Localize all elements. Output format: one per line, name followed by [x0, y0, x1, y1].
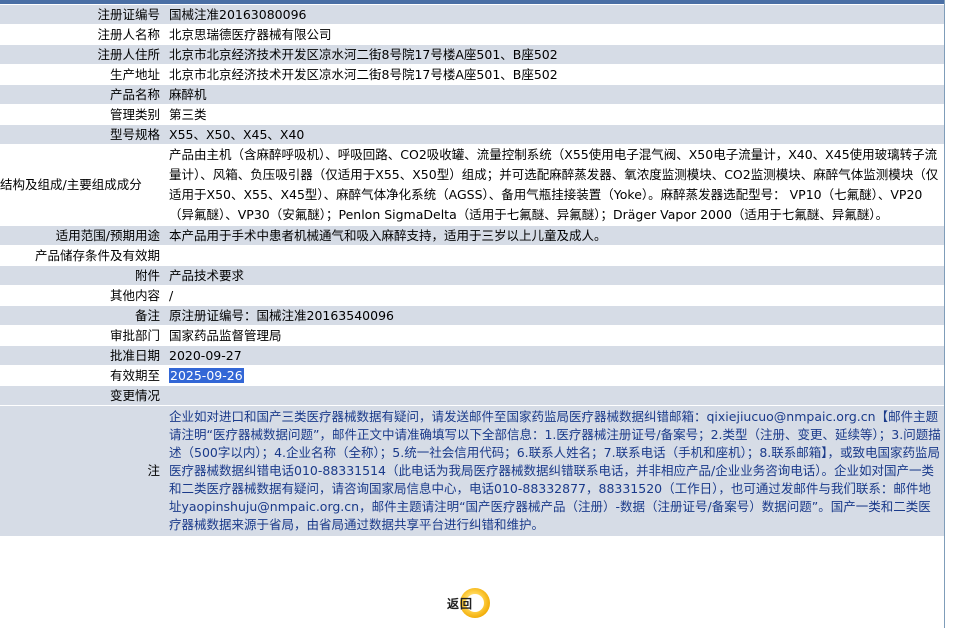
- field-label: 审批部门: [0, 326, 163, 345]
- table-row: 结构及组成/主要组成成分 产品由主机（含麻醉呼吸机）、呼吸回路、CO2吸收罐、流…: [0, 145, 944, 225]
- field-value: /: [163, 286, 944, 305]
- field-label: 其他内容: [0, 286, 163, 305]
- field-label: 变更情况: [0, 386, 163, 405]
- field-value: 第三类: [163, 105, 944, 124]
- field-value: 2020-09-27: [163, 346, 944, 365]
- table-row: 有效期至 2025-09-26: [0, 366, 944, 385]
- table-row: 其他内容 /: [0, 286, 944, 305]
- field-value: 本产品用于手术中患者机械通气和吸入麻醉支持，适用于三岁以上儿童及成人。: [163, 226, 944, 245]
- field-value: 北京思瑞德医疗器械有限公司: [163, 25, 944, 44]
- field-value: [163, 246, 944, 265]
- field-label: 型号规格: [0, 125, 163, 144]
- field-value: X55、X50、X45、X40: [163, 125, 944, 144]
- field-value: [163, 386, 944, 405]
- table-row: 型号规格 X55、X50、X45、X40: [0, 125, 944, 144]
- table-row: 注册人名称 北京思瑞德医疗器械有限公司: [0, 25, 944, 44]
- table-row: 变更情况: [0, 386, 944, 405]
- table-row: 注册证编号 国械注准20163080096: [0, 5, 944, 24]
- detail-page: 注册证编号 国械注准20163080096 注册人名称 北京思瑞德医疗器械有限公…: [0, 0, 945, 628]
- table-row: 附件 产品技术要求: [0, 266, 944, 285]
- field-label: 产品名称: [0, 85, 163, 104]
- field-value: 北京市北京经济技术开发区凉水河二街8号院17号楼A座501、B座502: [163, 65, 944, 84]
- field-label: 产品储存条件及有效期: [0, 246, 163, 265]
- selected-text[interactable]: 2025-09-26: [169, 367, 244, 383]
- table-row: 备注 原注册证编号：国械注准20163540096: [0, 306, 944, 325]
- field-label: 注册人名称: [0, 25, 163, 44]
- field-label: 备注: [0, 306, 163, 325]
- table-row: 生产地址 北京市北京经济技术开发区凉水河二街8号院17号楼A座501、B座502: [0, 65, 944, 84]
- table-row: 注册人住所 北京市北京经济技术开发区凉水河二街8号院17号楼A座501、B座50…: [0, 45, 944, 64]
- table-row: 适用范围/预期用途 本产品用于手术中患者机械通气和吸入麻醉支持，适用于三岁以上儿…: [0, 226, 944, 245]
- note-row: 注 企业如对进口和国产三类医疗器械数据有疑问，请发送邮件至国家药监局医疗器械数据…: [0, 406, 944, 536]
- field-value: 产品技术要求: [163, 266, 944, 285]
- field-label: 注册证编号: [0, 5, 163, 24]
- field-value: 2025-09-26: [163, 366, 944, 385]
- field-label: 管理类别: [0, 105, 163, 124]
- detail-table: 注册证编号 国械注准20163080096 注册人名称 北京思瑞德医疗器械有限公…: [0, 4, 944, 537]
- field-label: 附件: [0, 266, 163, 285]
- field-value: 北京市北京经济技术开发区凉水河二街8号院17号楼A座501、B座502: [163, 45, 944, 64]
- field-label: 适用范围/预期用途: [0, 226, 163, 245]
- field-value: 麻醉机: [163, 85, 944, 104]
- field-label: 有效期至: [0, 366, 163, 385]
- field-label: 结构及组成/主要组成成分: [0, 145, 163, 225]
- table-row: 审批部门 国家药品监督管理局: [0, 326, 944, 345]
- field-value: 国家药品监督管理局: [163, 326, 944, 345]
- table-row: 批准日期 2020-09-27: [0, 346, 944, 365]
- field-label: 批准日期: [0, 346, 163, 365]
- table-row: 管理类别 第三类: [0, 105, 944, 124]
- note-text: 企业如对进口和国产三类医疗器械数据有疑问，请发送邮件至国家药监局医疗器械数据纠错…: [163, 406, 944, 536]
- note-label: 注: [0, 406, 163, 536]
- field-label: 注册人住所: [0, 45, 163, 64]
- field-value: 产品由主机（含麻醉呼吸机）、呼吸回路、CO2吸收罐、流量控制系统（X55使用电子…: [163, 145, 944, 225]
- table-row: 产品储存条件及有效期: [0, 246, 944, 265]
- table-row: 产品名称 麻醉机: [0, 85, 944, 104]
- back-button-wrap: 返回: [444, 588, 496, 620]
- back-button-label: 返回: [447, 597, 474, 611]
- back-button[interactable]: 返回: [444, 588, 496, 620]
- field-value: 原注册证编号：国械注准20163540096: [163, 306, 944, 325]
- field-value: 国械注准20163080096: [163, 5, 944, 24]
- field-label: 生产地址: [0, 65, 163, 84]
